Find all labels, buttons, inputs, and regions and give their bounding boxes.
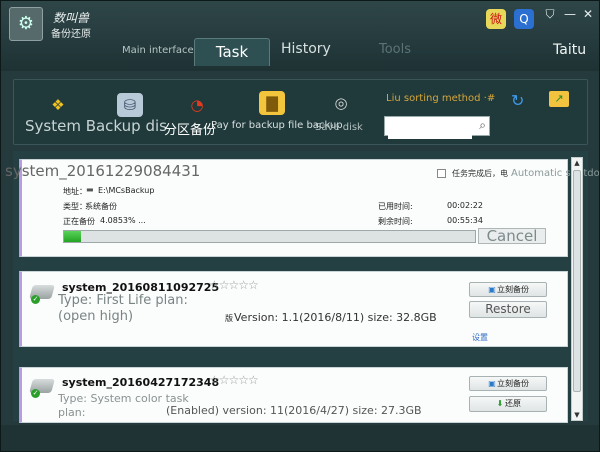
folder-icon[interactable]: ▇ — [259, 91, 285, 115]
user-name[interactable]: Taitu — [553, 42, 586, 58]
close-button[interactable]: ✕ — [580, 7, 596, 21]
progress-bar — [63, 230, 476, 243]
search-icon[interactable]: ⌕ — [479, 118, 486, 133]
running-task-title: system_20161229084431 — [5, 162, 201, 180]
app-title: 数叫兽 — [53, 11, 90, 25]
scroll-up-icon[interactable]: ▲ — [572, 158, 582, 168]
auto-shutdown-label: Automatic shutdown — [511, 168, 599, 179]
scroll-thumb[interactable] — [573, 170, 581, 392]
open-folder-icon[interactable]: ↗ — [549, 91, 569, 107]
rating-stars[interactable]: ☆☆☆☆☆ — [209, 278, 259, 292]
partition-backup-icon[interactable]: ◔ — [184, 93, 210, 117]
scroll-down-icon[interactable]: ▼ — [572, 410, 582, 420]
system-backup-button[interactable]: System Backup dis — [25, 117, 167, 135]
search-input[interactable] — [388, 120, 472, 139]
partition-backup-button[interactable]: 分区备份 — [164, 119, 216, 138]
tab-main-interface[interactable]: Main interface — [122, 45, 194, 56]
backup-now-button[interactable]: ▣立刻备份 — [469, 282, 547, 297]
restore-label: 还原 — [505, 399, 521, 408]
skin-icon[interactable]: ⛉ — [542, 7, 558, 22]
windows-icon[interactable]: ❖ — [45, 93, 71, 117]
address-label: 地址： — [63, 187, 87, 196]
settings-link[interactable]: 设置 — [472, 332, 488, 343]
tab-task[interactable]: Task — [194, 38, 270, 66]
restore-button[interactable]: ⬇ 还原 — [469, 396, 547, 412]
app-window: ⚙ 数叫兽 备份还原 微 Q ⛉ — ✕ Main interface Task… — [0, 0, 600, 452]
restore-button[interactable]: Restore — [469, 301, 547, 318]
weibo-icon[interactable]: 微 — [486, 9, 506, 29]
search-box: ⌕ — [384, 116, 490, 139]
app-subtitle: 备份还原 — [51, 29, 91, 40]
progress-bar-fill — [64, 231, 81, 242]
save-disk-icon[interactable]: ◎ — [328, 91, 354, 115]
type-label: 类型： — [63, 202, 87, 211]
backup-now-label: 立刻备份 — [497, 379, 529, 388]
type-value: 系统备份 — [85, 202, 117, 211]
task-plan: plan: — [58, 406, 86, 419]
toolbar — [13, 79, 588, 145]
tab-history[interactable]: History — [281, 41, 331, 57]
task-version: (Enabled) version: 11(2016/4/27) size: 2… — [166, 404, 422, 417]
backup-now-button[interactable]: ▣立刻备份 — [469, 376, 547, 391]
title-bar: ⚙ 数叫兽 备份还原 微 Q ⛉ — ✕ Main interface Task… — [1, 1, 599, 71]
version-mark: 版 — [225, 314, 233, 323]
elapsed-value: 00:02:22 — [447, 201, 483, 210]
sort-method-dropdown[interactable]: Liu sorting method ·# — [386, 93, 495, 104]
task-plan: (open high) — [58, 309, 134, 324]
scrollbar[interactable]: ▲ ▼ — [571, 157, 583, 421]
backup-icon: ▣ — [488, 379, 496, 388]
task-version: Version: 1.1(2016/8/11) size: 32.8GB — [234, 311, 437, 324]
notify-label: 任务完成后，电 — [452, 169, 508, 178]
restore-icon: ⬇ — [496, 399, 504, 408]
footer — [1, 425, 599, 451]
minimize-button[interactable]: — — [562, 7, 578, 21]
progress-label: 正在备份 — [63, 217, 95, 226]
address-value: E:\MCsBackup — [98, 186, 155, 195]
task-name: system_20160427172348 — [62, 376, 220, 389]
remaining-label: 剩余时间: — [378, 217, 413, 226]
task-type: Type: First Life plan: — [58, 293, 188, 308]
drive-icon: ▬ — [86, 185, 94, 194]
remaining-value: 00:55:34 — [447, 216, 483, 225]
check-icon: ✓ — [31, 389, 40, 398]
backup-icon: ▣ — [488, 285, 496, 294]
refresh-icon[interactable]: ↻ — [511, 91, 524, 110]
notify-checkbox[interactable] — [437, 169, 446, 178]
elapsed-label: 已用时间: — [378, 202, 413, 211]
app-logo-icon: ⚙ — [9, 7, 43, 41]
disk-backup-icon[interactable]: ⛁ — [117, 93, 143, 117]
check-icon: ✓ — [31, 295, 40, 304]
backup-now-label: 立刻备份 — [497, 285, 529, 294]
progress-value: 4.0853% ... — [100, 216, 146, 225]
cancel-button[interactable]: Cancel — [478, 228, 546, 244]
rating-stars[interactable]: ☆☆☆☆☆ — [209, 373, 259, 387]
tab-tools[interactable]: Tools — [379, 42, 411, 57]
qq-icon[interactable]: Q — [514, 9, 534, 29]
save-disk-button[interactable]: Save disk — [315, 122, 363, 133]
